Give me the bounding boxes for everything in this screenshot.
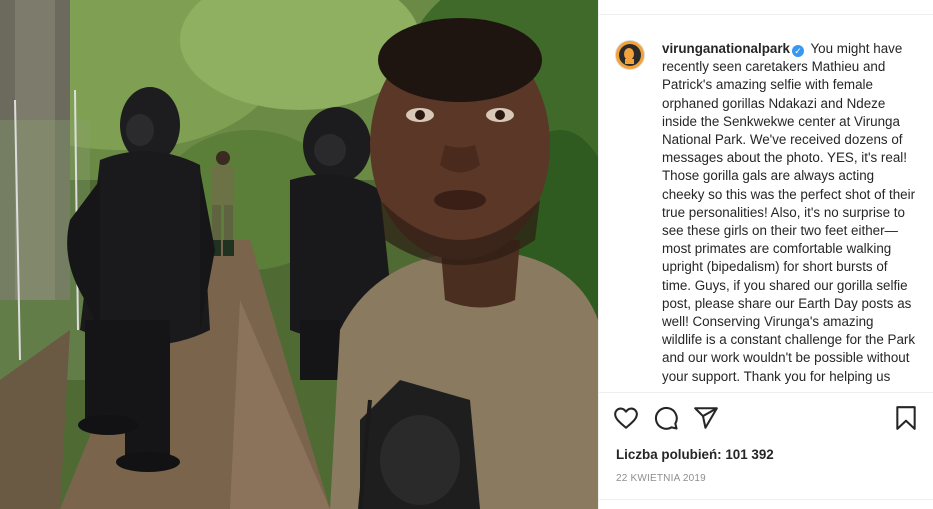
share-icon (694, 407, 718, 429)
likes-count[interactable]: Liczba polubień: 101 392 (616, 447, 774, 462)
bookmark-icon (896, 406, 916, 430)
post-date[interactable]: 22 KWIETNIA 2019 (616, 473, 706, 484)
caption-block: virunganationalpark ✓ You might have rece… (615, 40, 916, 384)
action-bar (613, 402, 919, 434)
post-side-panel: virunganationalpark ✓ You might have rece… (598, 0, 933, 509)
avatar[interactable] (615, 40, 645, 70)
verified-badge-icon: ✓ (791, 45, 804, 57)
instagram-post: virunganationalpark ✓ You might have rece… (0, 0, 933, 509)
divider (599, 392, 933, 393)
photo-illustration (0, 0, 598, 509)
divider (599, 499, 933, 500)
caption-body: You might have recently seen caretakers … (662, 41, 916, 384)
caption-scroll-area[interactable]: virunganationalpark ✓ You might have rece… (599, 14, 933, 384)
share-button[interactable] (693, 405, 719, 431)
gorilla-logo-icon (616, 41, 644, 69)
comment-icon (654, 406, 678, 430)
like-button[interactable] (613, 405, 639, 431)
caption-text: virunganationalpark ✓ You might have rece… (662, 40, 916, 384)
comment-button[interactable] (653, 405, 679, 431)
save-button[interactable] (893, 405, 919, 431)
username-link[interactable]: virunganationalpark (662, 41, 790, 56)
post-photo[interactable] (0, 0, 598, 509)
heart-icon (614, 407, 638, 429)
